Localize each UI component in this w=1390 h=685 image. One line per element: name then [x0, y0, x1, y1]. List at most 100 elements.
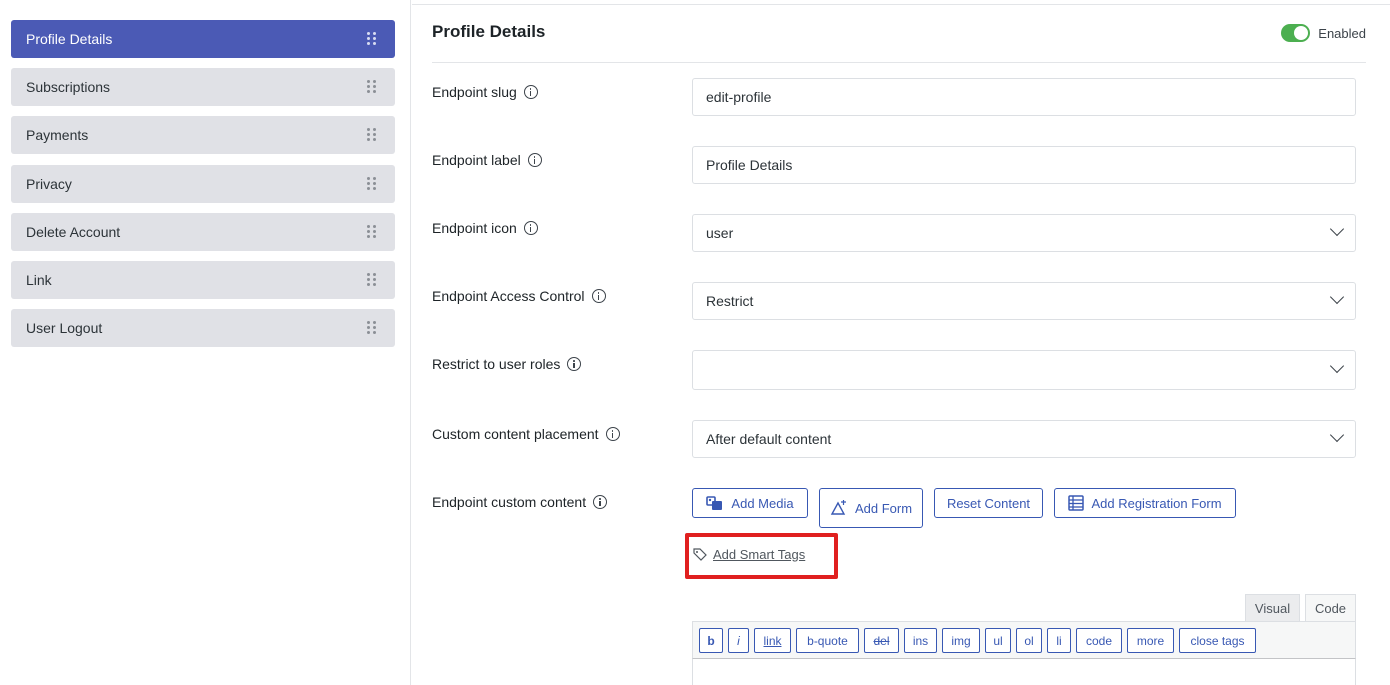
sidebar-item-label: User Logout	[26, 320, 103, 336]
drag-handle-icon[interactable]	[367, 128, 377, 142]
endpoint-access-control-label: Endpoint Access Control	[432, 288, 606, 304]
qt-code-button[interactable]: code	[1076, 628, 1122, 653]
endpoint-access-control-select[interactable]: Restrict	[692, 282, 1356, 320]
field-label-text: Endpoint label	[432, 152, 521, 168]
tab-visual-label: Visual	[1254, 600, 1291, 616]
qt-label: b	[707, 633, 715, 648]
qt-link-button[interactable]: link	[754, 628, 791, 653]
endpoint-label-label: Endpoint label	[432, 152, 542, 168]
reset-content-label: Reset Content	[946, 495, 1031, 511]
form-icon	[830, 500, 846, 515]
endpoint-custom-content-label: Endpoint custom content	[432, 494, 608, 510]
qt-label: i	[737, 633, 740, 648]
qt-italic-button[interactable]: i	[728, 628, 749, 653]
drag-handle-icon[interactable]	[367, 32, 377, 46]
enabled-toggle-group: Enabled	[1281, 24, 1366, 42]
endpoint-slug-input[interactable]: edit-profile	[692, 78, 1356, 116]
info-icon[interactable]	[591, 289, 606, 303]
sidebar-item-profile-details[interactable]: Profile Details	[11, 20, 395, 58]
info-icon[interactable]	[567, 357, 582, 371]
sidebar-item-delete-account[interactable]: Delete Account	[11, 213, 395, 251]
qt-li-button[interactable]: li	[1047, 628, 1071, 653]
qt-label: ol	[1024, 633, 1034, 648]
info-icon[interactable]	[523, 221, 538, 235]
title-divider	[432, 62, 1366, 63]
enabled-toggle-label: Enabled	[1318, 25, 1366, 41]
custom-content-placement-label: Custom content placement	[432, 426, 620, 442]
custom-content-placement-select[interactable]: After default content	[692, 420, 1356, 458]
sidebar-item-label: Payments	[26, 127, 89, 143]
endpoint-icon-label: Endpoint icon	[432, 220, 538, 236]
tab-code-label: Code	[1314, 600, 1347, 616]
sidebar-item-user-logout[interactable]: User Logout	[11, 309, 395, 347]
qt-label: more	[1136, 633, 1165, 648]
qt-label: li	[1056, 633, 1062, 648]
sidebar-item-label: Link	[26, 272, 52, 288]
field-label-text: Endpoint slug	[432, 84, 517, 100]
input-value: edit-profile	[706, 89, 772, 105]
sidebar-item-label: Profile Details	[26, 31, 113, 47]
drag-handle-icon[interactable]	[367, 225, 377, 239]
select-value: user	[706, 225, 734, 241]
qt-label: ul	[993, 633, 1003, 648]
add-registration-form-button[interactable]: Add Registration Form	[1054, 488, 1236, 518]
qt-label: ins	[912, 633, 929, 648]
drag-handle-icon[interactable]	[367, 273, 377, 287]
add-registration-form-label: Add Registration Form	[1091, 495, 1222, 511]
reset-content-button[interactable]: Reset Content	[934, 488, 1043, 518]
info-icon[interactable]	[523, 85, 538, 99]
qt-label: code	[1085, 633, 1113, 648]
chevron-down-icon	[1329, 427, 1345, 443]
drag-handle-icon[interactable]	[367, 80, 377, 94]
qt-ol-button[interactable]: ol	[1016, 628, 1042, 653]
qt-bquote-button[interactable]: b-quote	[796, 628, 859, 653]
sidebar-item-label: Privacy	[26, 176, 72, 192]
qt-img-button[interactable]: img	[942, 628, 980, 653]
qt-ul-button[interactable]: ul	[985, 628, 1011, 653]
add-form-label: Add Form	[854, 500, 913, 516]
qt-close-tags-button[interactable]: close tags	[1179, 628, 1256, 653]
endpoint-label-input[interactable]: Profile Details	[692, 146, 1356, 184]
field-label-text: Endpoint custom content	[432, 494, 587, 510]
content-editor-textarea[interactable]	[692, 658, 1356, 685]
add-media-button[interactable]: Add Media	[692, 488, 808, 518]
sidebar-item-privacy[interactable]: Privacy	[11, 165, 395, 203]
restrict-user-roles-label: Restrict to user roles	[432, 356, 582, 372]
info-icon[interactable]	[605, 427, 620, 441]
endpoint-slug-label: Endpoint slug	[432, 84, 538, 100]
qt-label: link	[763, 633, 782, 648]
quicktags-toolbar: b i link b-quote del ins img ul ol li co…	[692, 621, 1356, 659]
qt-label: del	[873, 633, 890, 648]
field-label-text: Endpoint Access Control	[432, 288, 585, 304]
qt-bold-button[interactable]: b	[699, 628, 723, 653]
sidebar-item-label: Delete Account	[26, 224, 121, 240]
qt-del-button[interactable]: del	[864, 628, 899, 653]
sidebar-item-payments[interactable]: Payments	[11, 116, 395, 154]
field-label-text: Custom content placement	[432, 426, 599, 442]
qt-label: b-quote	[807, 633, 848, 648]
endpoint-icon-select[interactable]: user	[692, 214, 1356, 252]
page-title: Profile Details	[432, 22, 546, 41]
media-icon	[706, 496, 723, 510]
list-icon	[1068, 495, 1085, 511]
select-value: After default content	[706, 431, 832, 447]
qt-more-button[interactable]: more	[1127, 628, 1174, 653]
qt-ins-button[interactable]: ins	[904, 628, 937, 653]
sidebar: Profile Details Subscriptions Payments P…	[0, 0, 411, 685]
drag-handle-icon[interactable]	[367, 177, 377, 191]
restrict-user-roles-select[interactable]	[692, 350, 1356, 390]
select-value: Restrict	[706, 293, 754, 309]
sidebar-item-link[interactable]: Link	[11, 261, 395, 299]
tab-code[interactable]: Code	[1305, 594, 1356, 622]
add-form-button[interactable]: Add Form	[819, 488, 923, 528]
add-media-label: Add Media	[731, 495, 794, 511]
chevron-down-icon	[1329, 221, 1345, 237]
enabled-toggle[interactable]	[1281, 24, 1311, 42]
sidebar-item-label: Subscriptions	[26, 79, 111, 95]
info-icon[interactable]	[593, 495, 608, 509]
drag-handle-icon[interactable]	[367, 321, 377, 335]
sidebar-item-subscriptions[interactable]: Subscriptions	[11, 68, 395, 106]
input-value: Profile Details	[706, 157, 793, 173]
info-icon[interactable]	[527, 153, 542, 167]
tab-visual[interactable]: Visual	[1245, 594, 1300, 622]
